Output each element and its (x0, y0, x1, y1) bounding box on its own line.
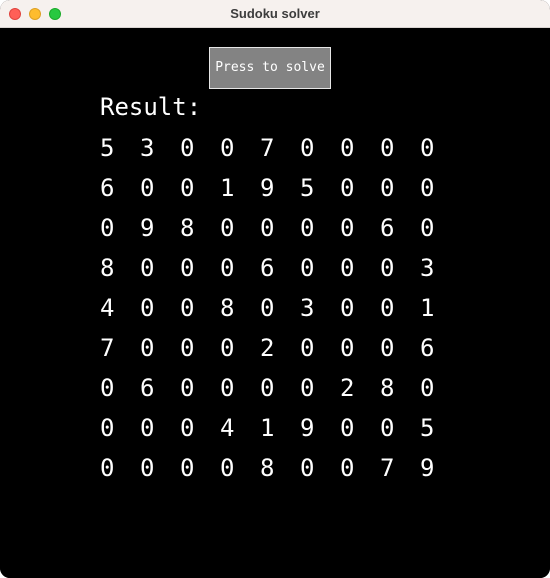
grid-cell: 6 (100, 174, 115, 202)
grid-cell: 0 (300, 134, 315, 162)
grid-cell: 0 (220, 134, 235, 162)
grid-cell: 6 (140, 374, 155, 402)
window-title: Sudoku solver (230, 6, 320, 21)
grid-row: 5 3 0 0 7 0 0 0 0 (100, 132, 445, 172)
grid-cell: 0 (340, 214, 355, 242)
grid-row: 0 6 0 0 0 0 2 8 0 (100, 372, 445, 412)
grid-cell: 0 (220, 334, 235, 362)
grid-cell: 7 (260, 134, 275, 162)
grid-cell: 0 (180, 334, 195, 362)
grid-cell: 6 (260, 254, 275, 282)
grid-cell: 0 (100, 454, 115, 482)
grid-cell: 0 (300, 254, 315, 282)
grid-cell: 0 (340, 134, 355, 162)
grid-cell: 6 (420, 334, 435, 362)
result-label: Result: (100, 93, 202, 121)
grid-row: 0 9 8 0 0 0 0 6 0 (100, 212, 445, 252)
grid-cell: 0 (300, 334, 315, 362)
grid-cell: 7 (380, 454, 395, 482)
grid-cell: 0 (300, 374, 315, 402)
grid-cell: 0 (380, 254, 395, 282)
grid-cell: 4 (220, 414, 235, 442)
grid-cell: 0 (380, 334, 395, 362)
grid-cell: 3 (300, 294, 315, 322)
grid-cell: 3 (140, 134, 155, 162)
grid-cell: 0 (180, 254, 195, 282)
grid-cell: 0 (220, 374, 235, 402)
grid-row: 8 0 0 0 6 0 0 0 3 (100, 252, 445, 292)
grid-cell: 0 (220, 254, 235, 282)
grid-cell: 0 (140, 254, 155, 282)
grid-cell: 0 (420, 374, 435, 402)
grid-cell: 0 (340, 174, 355, 202)
title-bar[interactable]: Sudoku solver (0, 0, 550, 28)
grid-cell: 0 (220, 214, 235, 242)
grid-cell: 8 (220, 294, 235, 322)
grid-cell: 0 (340, 414, 355, 442)
grid-cell: 0 (220, 454, 235, 482)
grid-cell: 6 (380, 214, 395, 242)
grid-cell: 0 (180, 174, 195, 202)
grid-cell: 3 (420, 254, 435, 282)
grid-cell: 0 (420, 214, 435, 242)
grid-cell: 1 (260, 414, 275, 442)
grid-cell: 1 (220, 174, 235, 202)
grid-cell: 5 (300, 174, 315, 202)
grid-cell: 8 (180, 214, 195, 242)
grid-cell: 0 (140, 414, 155, 442)
grid-cell: 0 (340, 254, 355, 282)
grid-cell: 0 (260, 214, 275, 242)
grid-cell: 9 (140, 214, 155, 242)
grid-row: 7 0 0 0 2 0 0 0 6 (100, 332, 445, 372)
app-window: Sudoku solver Press to solve Result: 5 3… (0, 0, 550, 578)
grid-cell: 2 (340, 374, 355, 402)
sudoku-grid: 5 3 0 0 7 0 0 0 0 6 0 0 1 9 5 0 0 0 0 9 … (100, 132, 445, 492)
grid-cell: 7 (100, 334, 115, 362)
grid-cell: 0 (180, 374, 195, 402)
grid-cell: 4 (100, 294, 115, 322)
grid-cell: 8 (380, 374, 395, 402)
main-canvas: Press to solve Result: 5 3 0 0 7 0 0 0 0… (0, 28, 550, 578)
grid-cell: 2 (260, 334, 275, 362)
grid-cell: 1 (420, 294, 435, 322)
grid-cell: 0 (180, 294, 195, 322)
grid-cell: 0 (380, 134, 395, 162)
grid-cell: 5 (420, 414, 435, 442)
grid-cell: 0 (300, 454, 315, 482)
grid-cell: 5 (100, 134, 115, 162)
grid-cell: 0 (340, 334, 355, 362)
grid-cell: 0 (380, 414, 395, 442)
grid-cell: 0 (140, 294, 155, 322)
grid-cell: 0 (260, 294, 275, 322)
grid-row: 4 0 0 8 0 3 0 0 1 (100, 292, 445, 332)
grid-cell: 0 (100, 414, 115, 442)
grid-cell: 0 (140, 174, 155, 202)
grid-cell: 0 (380, 174, 395, 202)
grid-row: 6 0 0 1 9 5 0 0 0 (100, 172, 445, 212)
grid-row: 0 0 0 4 1 9 0 0 5 (100, 412, 445, 452)
grid-cell: 0 (340, 454, 355, 482)
grid-cell: 0 (100, 374, 115, 402)
grid-cell: 0 (300, 214, 315, 242)
grid-cell: 0 (140, 454, 155, 482)
grid-cell: 0 (100, 214, 115, 242)
grid-row: 0 0 0 0 8 0 0 7 9 (100, 452, 445, 492)
grid-cell: 0 (180, 414, 195, 442)
grid-cell: 0 (260, 374, 275, 402)
grid-cell: 8 (260, 454, 275, 482)
grid-cell: 0 (140, 334, 155, 362)
grid-cell: 0 (380, 294, 395, 322)
grid-cell: 9 (420, 454, 435, 482)
solve-button[interactable]: Press to solve (209, 47, 331, 89)
grid-cell: 0 (420, 174, 435, 202)
grid-cell: 0 (340, 294, 355, 322)
grid-cell: 0 (180, 454, 195, 482)
grid-cell: 0 (180, 134, 195, 162)
grid-cell: 9 (300, 414, 315, 442)
grid-cell: 9 (260, 174, 275, 202)
grid-cell: 8 (100, 254, 115, 282)
grid-cell: 0 (420, 134, 435, 162)
